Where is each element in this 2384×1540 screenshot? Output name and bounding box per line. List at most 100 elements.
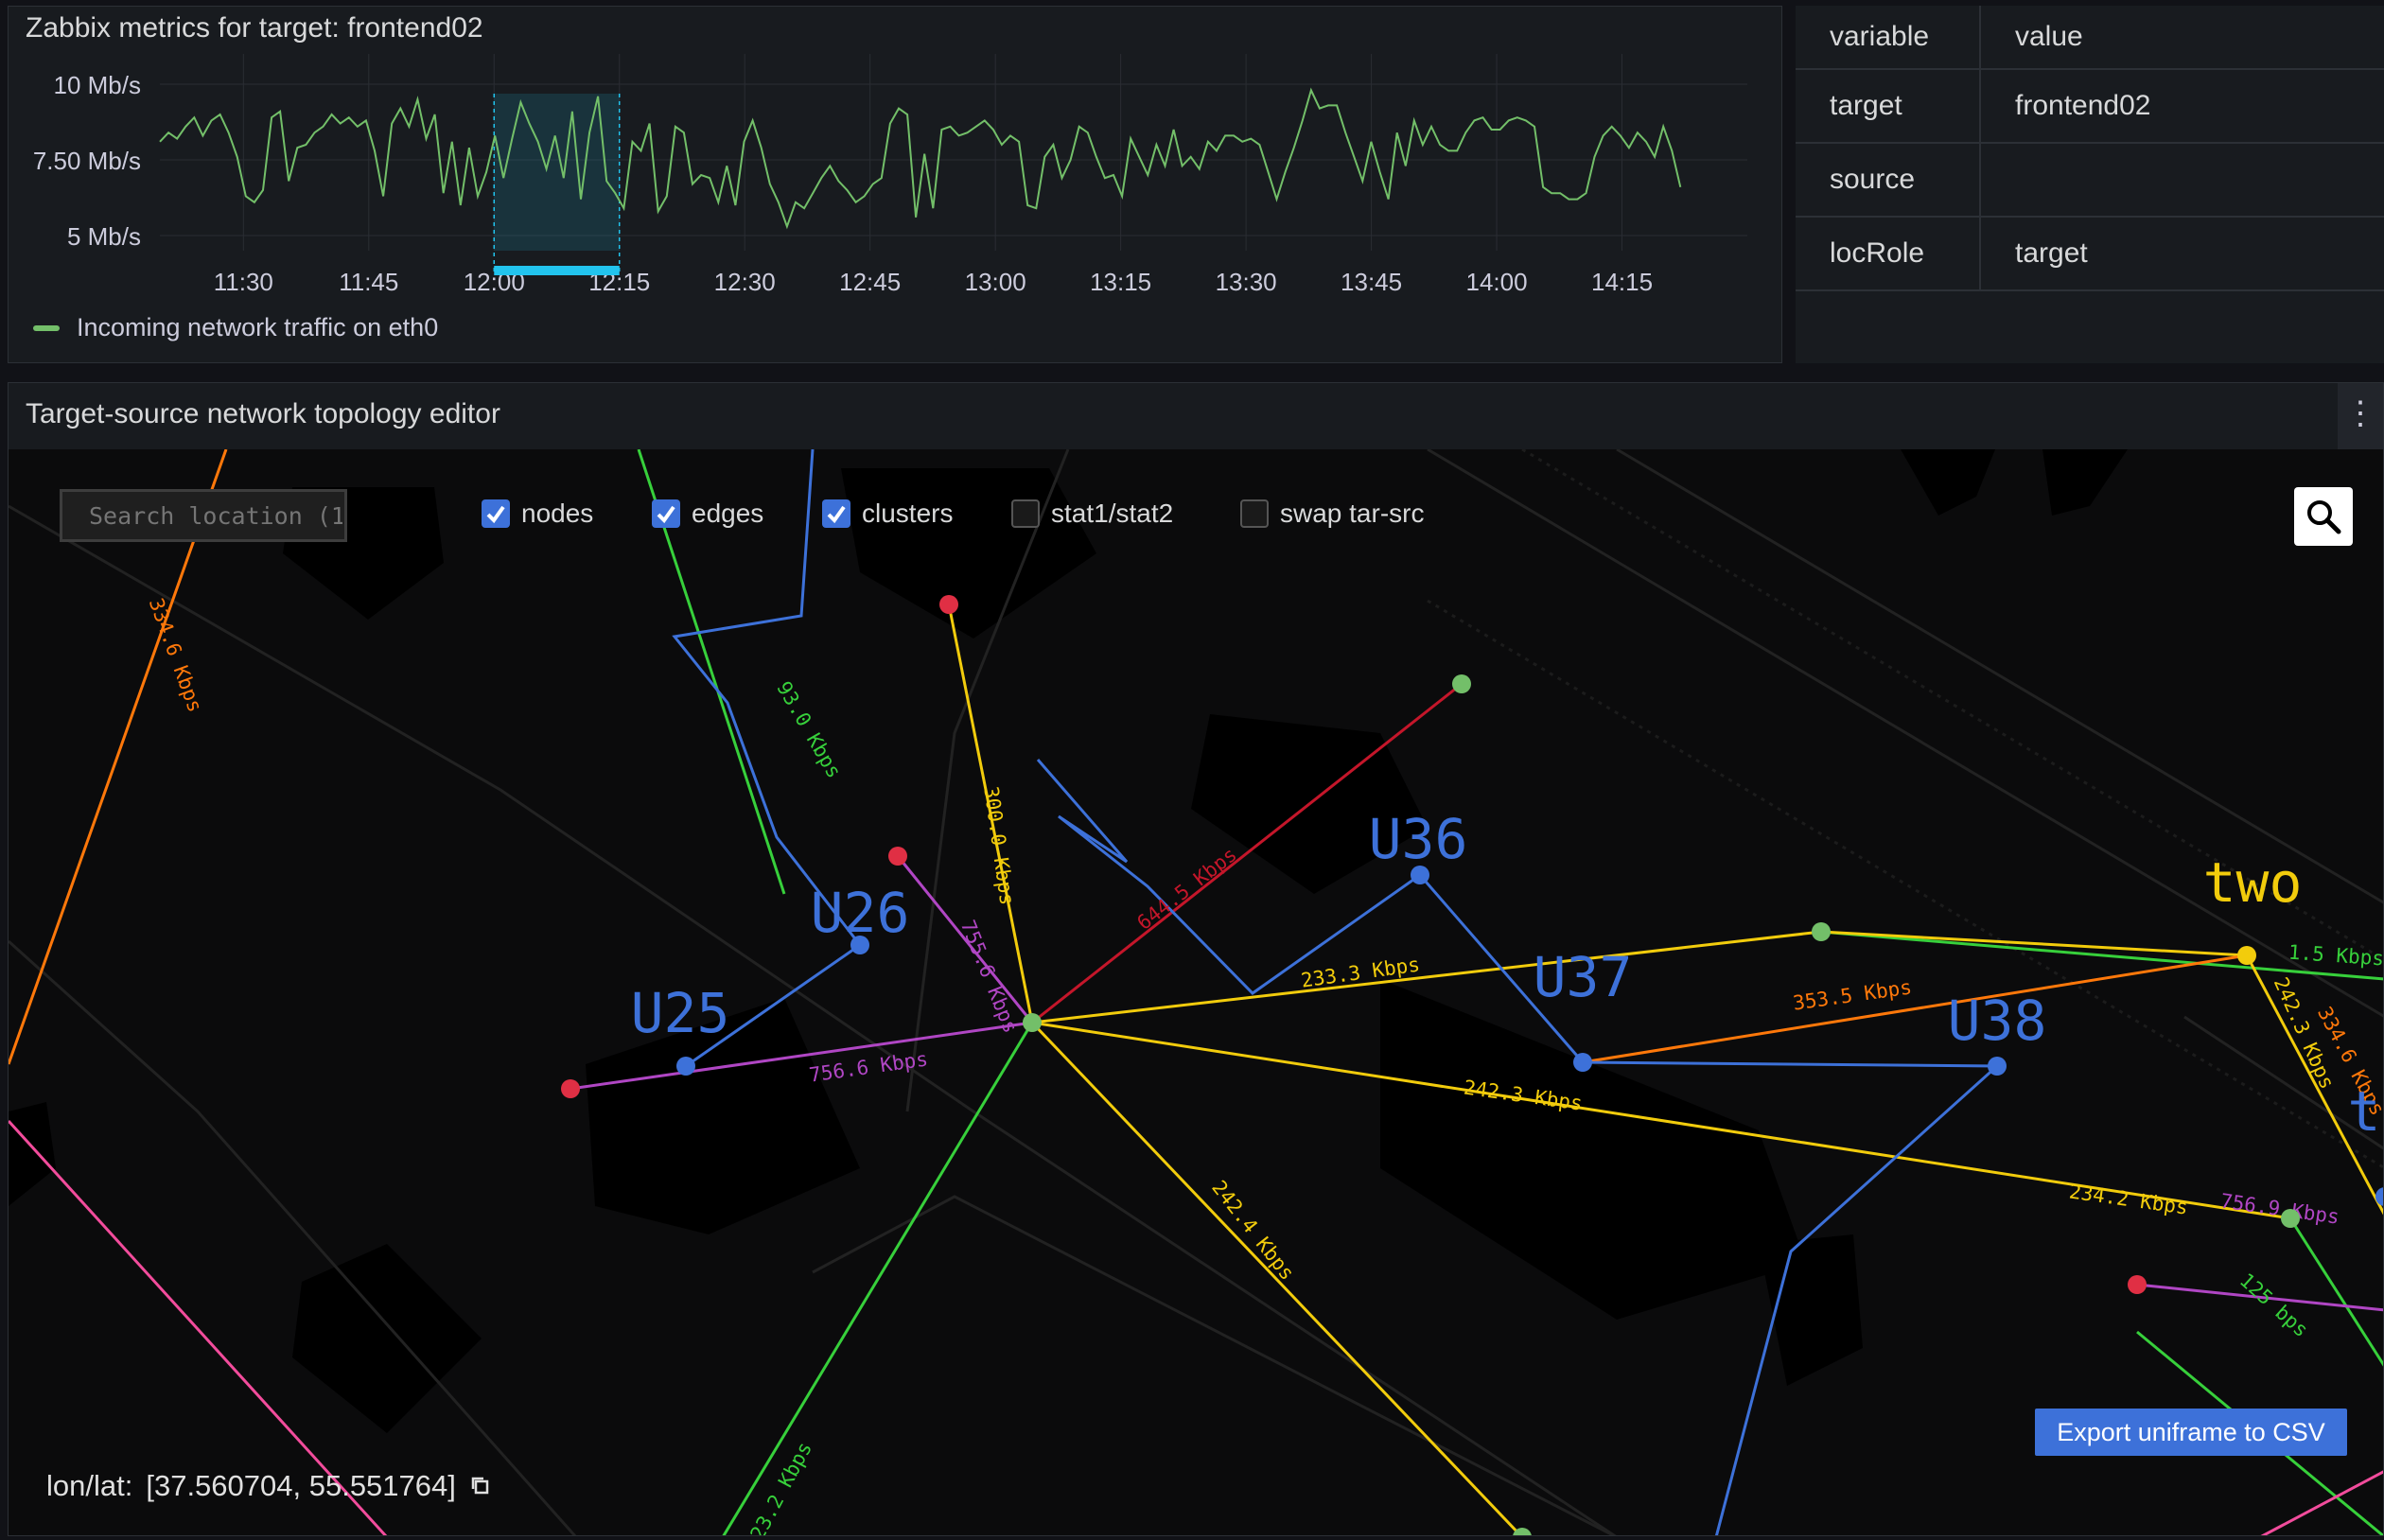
x-tick-label: 12:30 xyxy=(714,268,776,296)
toggle-edges[interactable]: edges xyxy=(652,499,763,529)
y-tick-label: 10 Mb/s xyxy=(54,71,142,99)
toggle-swap-tar-src[interactable]: swap tar-src xyxy=(1240,499,1424,529)
table-row: locRole target xyxy=(1796,217,2384,291)
road xyxy=(1616,449,2383,904)
chart-legend[interactable]: Incoming network traffic on eth0 xyxy=(33,313,438,342)
map-buildings xyxy=(9,449,2128,1433)
selection-bar[interactable] xyxy=(494,266,620,275)
toggle-stat1-stat2[interactable]: stat1/stat2 xyxy=(1011,499,1173,529)
topology-map[interactable]: 334.6 Kbps 93.0 Kbps 300.0 Kbps 644.5 Kbps 7… xyxy=(9,449,2384,1536)
variables-table: variable value target frontend02 source … xyxy=(1796,6,2384,291)
cluster-label: U38 xyxy=(1948,989,2047,1053)
table-row: source xyxy=(1796,143,2384,218)
toggle-stat-label: stat1/stat2 xyxy=(1051,499,1174,528)
legend-label[interactable]: Incoming network traffic on eth0 xyxy=(77,313,438,342)
checkbox-checked-icon[interactable] xyxy=(482,499,510,528)
building xyxy=(2042,449,2128,516)
edge-label: 234.2 Kbps xyxy=(2068,1180,2190,1218)
copy-icon[interactable] xyxy=(469,1469,490,1503)
node-yellow[interactable] xyxy=(2237,946,2256,965)
edge-label: 242.4 Kbps xyxy=(1207,1176,1299,1284)
edge-label: 1.5 Kbps xyxy=(2288,941,2384,971)
variable-cell: source xyxy=(1796,143,1981,218)
column-header-value[interactable]: value xyxy=(1980,6,2384,70)
variable-cell: target xyxy=(1796,69,1981,144)
x-tick-label: 12:45 xyxy=(839,268,901,296)
y-tick-label: 7.50 Mb/s xyxy=(33,147,141,175)
edge-label: 125 bps xyxy=(2235,1269,2313,1341)
vertical-dots-icon[interactable]: ⋮ xyxy=(2338,383,2383,449)
cluster-label: two xyxy=(2203,850,2303,915)
node-red[interactable] xyxy=(2128,1275,2147,1294)
road xyxy=(812,1195,1617,1535)
y-tick-label: 5 Mb/s xyxy=(67,222,141,251)
node-green[interactable] xyxy=(1023,1013,1042,1032)
node-blue[interactable] xyxy=(2375,1187,2384,1206)
coords-value: [37.560704, 55.551764] xyxy=(146,1469,456,1502)
edge-label: 755.6 Kbps xyxy=(956,917,1023,1036)
value-cell: target xyxy=(1980,217,2384,291)
node-green[interactable] xyxy=(2281,1209,2300,1228)
toggle-edges-label: edges xyxy=(692,499,764,528)
edge-label: 353.5 Kbps xyxy=(1792,975,1914,1014)
building xyxy=(1380,979,1806,1320)
value-cell xyxy=(1980,143,2384,218)
map-canvas[interactable]: 334.6 Kbps93.0 Kbps300.0 Kbps 644.5 Kbps7… xyxy=(9,449,2384,1536)
node-blue[interactable] xyxy=(676,1057,695,1076)
x-tick-label: 13:45 xyxy=(1341,268,1402,296)
checkbox-unchecked-icon[interactable] xyxy=(1011,499,1040,528)
node-green[interactable] xyxy=(1812,922,1831,941)
checkbox-checked-icon[interactable] xyxy=(822,499,850,528)
road xyxy=(9,939,577,1535)
building xyxy=(841,468,1096,639)
x-tick-label: 14:15 xyxy=(1591,268,1653,296)
edge-pink[interactable] xyxy=(2260,1470,2384,1536)
node-blue[interactable] xyxy=(1573,1053,1592,1072)
metrics-panel: Zabbix metrics for target: frontend02 10… xyxy=(8,6,1782,363)
edge-orange[interactable] xyxy=(1582,954,2248,1064)
x-tick-label: 11:45 xyxy=(339,268,398,296)
table-header-row: variable value xyxy=(1796,6,2384,70)
toggle-clusters[interactable]: clusters xyxy=(822,499,953,529)
variable-cell: locRole xyxy=(1796,217,1981,291)
search-location-input[interactable] xyxy=(60,489,347,542)
coords-label: lon/lat: xyxy=(46,1469,133,1502)
checkbox-checked-icon[interactable] xyxy=(652,499,680,528)
edge-yellow[interactable] xyxy=(1820,930,2248,957)
cluster-label: U25 xyxy=(631,981,730,1045)
checkbox-unchecked-icon[interactable] xyxy=(1240,499,1269,528)
edge-label: 300.0 Kbps xyxy=(979,785,1018,907)
table-row: target frontend02 xyxy=(1796,69,2384,144)
value-cell: frontend02 xyxy=(1980,69,2384,144)
building xyxy=(9,1102,56,1206)
toggle-clusters-label: clusters xyxy=(862,499,954,528)
variables-panel: variable value target frontend02 source … xyxy=(1796,6,2384,363)
node-red[interactable] xyxy=(561,1079,580,1098)
building xyxy=(292,1244,482,1433)
search-icon[interactable] xyxy=(2294,487,2353,546)
column-header-variable[interactable]: variable xyxy=(1796,6,1981,70)
node-red[interactable] xyxy=(939,595,958,614)
toggle-nodes[interactable]: nodes xyxy=(482,499,593,529)
x-tick-label: 11:30 xyxy=(214,268,273,296)
x-tick-label: 13:30 xyxy=(1216,268,1277,296)
node-green[interactable] xyxy=(1452,674,1471,693)
edge-label: 93.0 Kbps xyxy=(772,677,846,782)
traffic-chart[interactable]: 10 Mb/s7.50 Mb/s5 Mb/s11:30 11:45 12:00 12:… xyxy=(9,7,1783,309)
building xyxy=(1901,449,1995,516)
edge-green[interactable] xyxy=(2288,1217,2384,1367)
coordinates-readout: lon/lat: [37.560704, 55.551764] xyxy=(46,1469,490,1503)
topology-panel: Target-source network topology editor ⋮ xyxy=(8,382,2384,1536)
x-tick-label: 13:15 xyxy=(1090,268,1151,296)
node-red[interactable] xyxy=(888,847,907,866)
topology-panel-title: Target-source network topology editor xyxy=(26,398,500,429)
node-blue[interactable] xyxy=(1988,1057,2007,1076)
cluster-label: t xyxy=(2348,1079,2381,1144)
export-csv-button[interactable]: Export uniframe to CSV xyxy=(2035,1409,2347,1456)
x-tick-label: 13:00 xyxy=(965,268,1026,296)
series-line[interactable] xyxy=(159,87,1682,230)
toggle-swap-label: swap tar-src xyxy=(1280,499,1425,528)
topology-panel-header: Target-source network topology editor ⋮ xyxy=(9,383,2383,450)
cluster-label: U36 xyxy=(1369,807,1468,871)
cluster-label: U26 xyxy=(811,881,910,945)
